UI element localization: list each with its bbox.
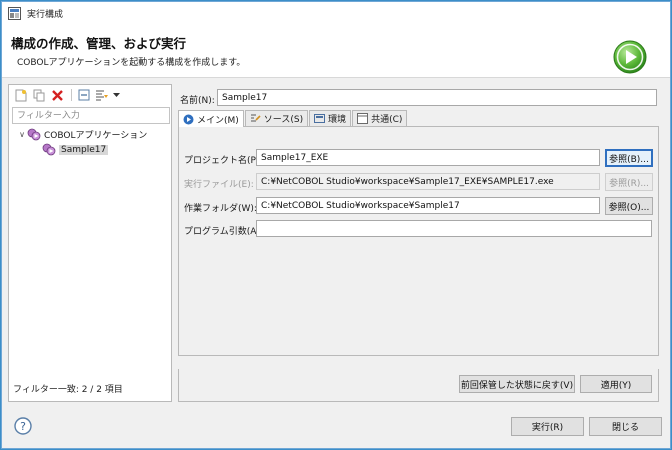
new-config-icon[interactable] [13, 87, 29, 103]
config-name-input[interactable] [217, 89, 657, 106]
chevron-down-icon[interactable] [112, 87, 120, 103]
exec-browse-button: 参照(R)... [605, 173, 653, 191]
close-button[interactable]: 閉じる [589, 417, 662, 436]
app-icon [8, 6, 21, 20]
title-bar: 実行構成 [2, 2, 670, 24]
run-icon [613, 40, 647, 74]
filter-status: フィルター一致: 2 / 2 項目 [13, 385, 123, 395]
revert-button[interactable]: 前回保管した状態に戻す(V) [459, 375, 575, 393]
expand-chevron-icon[interactable]: ∨ [17, 130, 27, 139]
source-tab-icon [250, 114, 261, 122]
program-args-field[interactable] [256, 220, 652, 237]
tab-main-label: メイン(M) [197, 115, 239, 126]
toolbar-separator [71, 89, 72, 101]
workdir-browse-button[interactable]: 参照(O)... [605, 197, 653, 215]
page-subtitle: COBOLアプリケーションを起動する構成を作成します。 [17, 58, 246, 68]
config-tabs: メイン(M) ソース(S) 環境 共通(C) [178, 110, 408, 127]
project-label: プロジェクト名(P): [184, 156, 263, 166]
name-label: 名前(N): [180, 96, 215, 106]
cobol-config-icon [42, 143, 56, 156]
filter-config-icon[interactable] [94, 87, 110, 103]
config-tree: ∨ COBOLアプリケーション Sample17 [9, 127, 171, 157]
tab-environment[interactable]: 環境 [309, 110, 352, 126]
common-tab-icon [357, 113, 369, 124]
tab-common[interactable]: 共通(C) [352, 110, 408, 126]
help-icon[interactable]: ? [14, 417, 32, 435]
tree-item-label: Sample17 [59, 144, 109, 155]
exec-file-field [256, 173, 600, 190]
header-banner: 構成の作成、管理、および実行 COBOLアプリケーションを起動する構成を作成しま… [2, 24, 670, 78]
tab-source[interactable]: ソース(S) [244, 110, 309, 126]
run-button[interactable]: 実行(R) [511, 417, 584, 436]
collapse-all-icon[interactable] [76, 87, 92, 103]
main-tab-icon [183, 114, 194, 124]
svg-text:?: ? [20, 420, 26, 433]
cobol-app-icon [27, 128, 41, 141]
program-args-label: プログラム引数(A): [184, 227, 263, 237]
tab-source-label: ソース(S) [263, 115, 304, 125]
configuration-list-panel: ∨ COBOLアプリケーション Sample17 フィルター一致: 2 / 2 … [8, 84, 172, 402]
project-field[interactable] [256, 149, 600, 166]
page-title: 構成の作成、管理、および実行 [11, 36, 187, 51]
project-browse-button[interactable]: 参照(B)... [605, 149, 653, 167]
exec-file-label: 実行ファイル(E): [184, 180, 254, 190]
workdir-label: 作業フォルダ(W): [184, 204, 257, 214]
tree-item-sample17[interactable]: Sample17 [9, 142, 171, 157]
apply-button[interactable]: 適用(Y) [580, 375, 652, 393]
delete-config-icon[interactable] [49, 87, 65, 103]
workdir-field[interactable] [256, 197, 600, 214]
tab-common-label: 共通(C) [371, 115, 403, 125]
filter-input[interactable] [12, 107, 170, 124]
tab-main[interactable]: メイン(M) [178, 110, 244, 127]
window-title: 実行構成 [27, 9, 64, 20]
duplicate-config-icon[interactable] [31, 87, 47, 103]
config-toolbar [9, 85, 171, 105]
environment-tab-icon [314, 114, 326, 123]
tree-category-cobol[interactable]: ∨ COBOLアプリケーション [9, 127, 171, 142]
tab-environment-label: 環境 [328, 115, 347, 125]
tree-category-label: COBOLアプリケーション [44, 131, 148, 141]
